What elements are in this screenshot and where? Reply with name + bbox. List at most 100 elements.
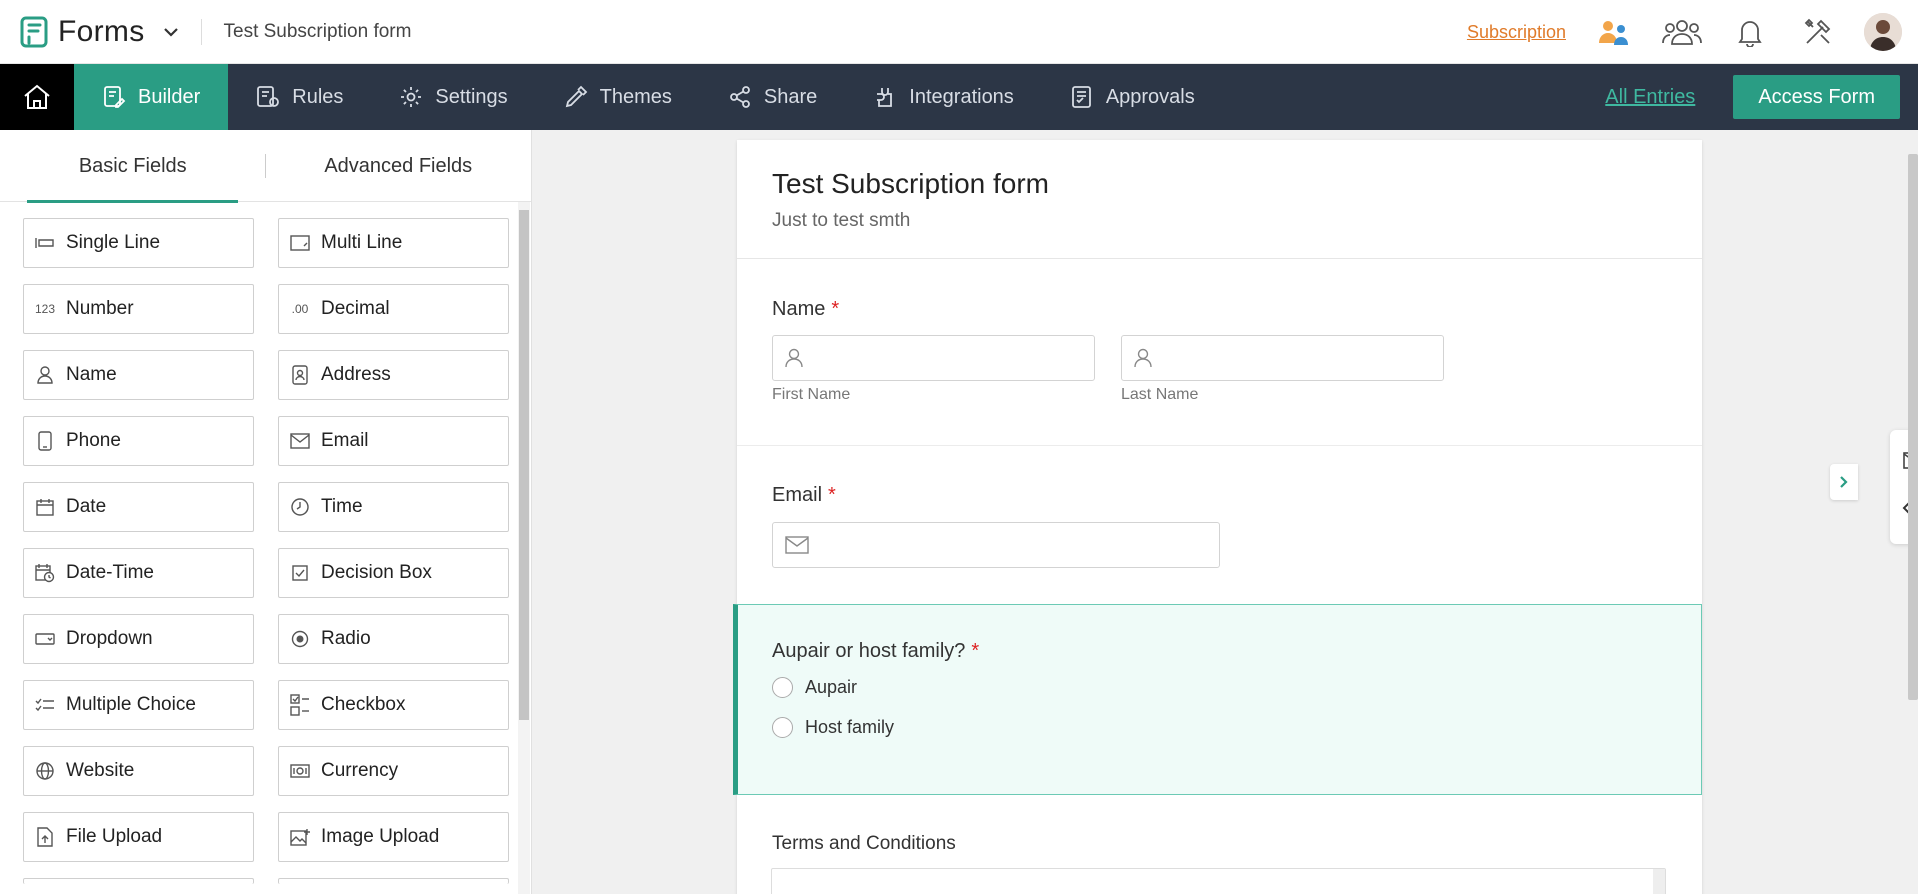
notification-bell-icon[interactable] xyxy=(1728,10,1772,54)
field-website[interactable]: Website xyxy=(23,746,254,796)
app-logo[interactable]: Forms xyxy=(20,15,145,49)
users-share-icon[interactable] xyxy=(1592,10,1636,54)
field-multi-line[interactable]: Multi Line xyxy=(278,218,509,268)
last-name-input[interactable] xyxy=(1121,335,1444,381)
nav-share[interactable]: Share xyxy=(700,64,845,130)
first-name-input[interactable] xyxy=(772,335,1095,381)
radio-label-text: Aupair or host family? xyxy=(772,640,966,662)
radio-option-aupair[interactable]: Aupair xyxy=(772,677,857,698)
forms-logo-icon xyxy=(20,16,48,47)
email-input[interactable] xyxy=(772,522,1220,568)
divider xyxy=(200,18,202,45)
field-tabs: Basic Fields Advanced Fields xyxy=(0,130,532,203)
field-email[interactable]: Email xyxy=(278,416,509,466)
terms-textarea[interactable] xyxy=(771,868,1666,894)
decimal-icon: .00 xyxy=(291,302,309,316)
palette-scrollbar-thumb[interactable] xyxy=(519,210,529,720)
nav-themes[interactable]: Themes xyxy=(536,64,700,130)
terms-scrollbar[interactable] xyxy=(1653,869,1665,894)
field-date[interactable]: Date xyxy=(23,482,254,532)
field-label: Number xyxy=(66,298,134,319)
person-icon xyxy=(1134,348,1152,368)
website-icon xyxy=(34,760,56,782)
field-label: Time xyxy=(321,496,363,517)
field-label: Single Line xyxy=(66,232,161,253)
nav-integrations[interactable]: Integrations xyxy=(845,64,1042,130)
share-icon xyxy=(730,86,750,108)
nav-approvals-label: Approvals xyxy=(1105,85,1195,108)
field-file-upload[interactable]: File Upload xyxy=(23,812,254,862)
field-label: Multi Line xyxy=(321,232,403,253)
field-image-upload[interactable]: Image Upload xyxy=(278,812,509,862)
field-currency[interactable]: Currency xyxy=(278,746,509,796)
field-palette: Basic Fields Advanced Fields Single Line… xyxy=(0,130,532,894)
nav-themes-label: Themes xyxy=(599,85,672,108)
nav-builder-label: Builder xyxy=(138,85,201,108)
decision-box-icon xyxy=(289,562,311,584)
time-icon xyxy=(289,496,311,518)
email-field-label[interactable]: Email * xyxy=(772,484,836,507)
image-upload-icon xyxy=(289,826,311,848)
themes-icon xyxy=(565,85,587,108)
terms-field-label[interactable]: Terms and Conditions xyxy=(772,833,956,855)
panel-expand-chevron-icon[interactable] xyxy=(1830,464,1858,500)
name-field-label[interactable]: Name * xyxy=(772,298,839,321)
radio-field-label[interactable]: Aupair or host family? * xyxy=(772,640,979,663)
field-address[interactable]: Address xyxy=(278,350,509,400)
single-line-icon xyxy=(34,232,56,254)
settings-icon xyxy=(401,87,422,107)
address-icon xyxy=(289,364,311,386)
tools-icon[interactable] xyxy=(1796,10,1840,54)
number-icon: 123 xyxy=(34,302,56,316)
field-time[interactable]: Time xyxy=(278,482,509,532)
nav-settings[interactable]: Settings xyxy=(371,64,535,130)
main-nav: Builder Rules Settings Themes Share Inte… xyxy=(0,64,1918,130)
app-switcher-chevron-icon[interactable] xyxy=(163,27,179,37)
field-name[interactable]: Name xyxy=(23,350,254,400)
field-date-time[interactable]: Date-Time xyxy=(23,548,254,598)
nav-builder[interactable]: Builder xyxy=(74,64,229,130)
nav-rules[interactable]: Rules xyxy=(228,64,371,130)
field-number[interactable]: 123 Number xyxy=(23,284,254,334)
tab-basic-fields[interactable]: Basic Fields xyxy=(0,130,266,203)
form-header[interactable]: Test Subscription form Just to test smth xyxy=(737,140,1702,259)
field-decimal[interactable]: .00 Decimal xyxy=(278,284,509,334)
field-dropdown[interactable]: Dropdown xyxy=(23,614,254,664)
field-radio[interactable]: Radio xyxy=(278,614,509,664)
form-canvas: Test Subscription form Just to test smth… xyxy=(733,140,1702,894)
radio-option-host-family[interactable]: Host family xyxy=(772,717,894,738)
dropdown-icon xyxy=(34,628,56,650)
multi-line-icon xyxy=(289,232,311,254)
multiple-choice-icon xyxy=(34,694,56,716)
field-decision-box[interactable]: Decision Box xyxy=(278,548,509,598)
all-entries-link[interactable]: All Entries xyxy=(1605,86,1695,109)
field-label: Dropdown xyxy=(66,628,153,649)
phone-icon xyxy=(34,430,56,452)
form-title: Test Subscription form xyxy=(772,168,1049,199)
field-checkbox[interactable]: Checkbox xyxy=(278,680,509,730)
palette-scrollbar[interactable] xyxy=(518,202,530,894)
radio-option-label: Aupair xyxy=(805,677,858,697)
field-single-line[interactable]: Single Line xyxy=(23,218,254,268)
tab-advanced-fields[interactable]: Advanced Fields xyxy=(266,130,532,202)
canvas-scrollbar-thumb[interactable] xyxy=(1908,154,1918,700)
subscription-link[interactable]: Subscription xyxy=(1467,22,1566,43)
date-icon xyxy=(34,496,56,518)
app-name: Forms xyxy=(58,14,145,48)
field-label: Currency xyxy=(321,760,399,781)
user-avatar[interactable] xyxy=(1864,13,1902,51)
field-label: Image Upload xyxy=(321,826,440,847)
field-phone[interactable]: Phone xyxy=(23,416,254,466)
approvals-icon xyxy=(1071,86,1091,108)
selected-field-radio[interactable] xyxy=(733,604,1702,795)
radio-button[interactable] xyxy=(772,677,793,698)
home-icon[interactable] xyxy=(0,64,74,130)
field-multiple-choice[interactable]: Multiple Choice xyxy=(23,680,254,730)
team-icon[interactable] xyxy=(1660,10,1704,54)
field-label: Address xyxy=(321,364,391,385)
nav-approvals[interactable]: Approvals xyxy=(1042,64,1223,130)
section-divider xyxy=(737,445,1702,446)
radio-button[interactable] xyxy=(772,717,793,738)
nav-settings-label: Settings xyxy=(435,85,508,108)
access-form-button[interactable]: Access Form xyxy=(1733,75,1900,119)
